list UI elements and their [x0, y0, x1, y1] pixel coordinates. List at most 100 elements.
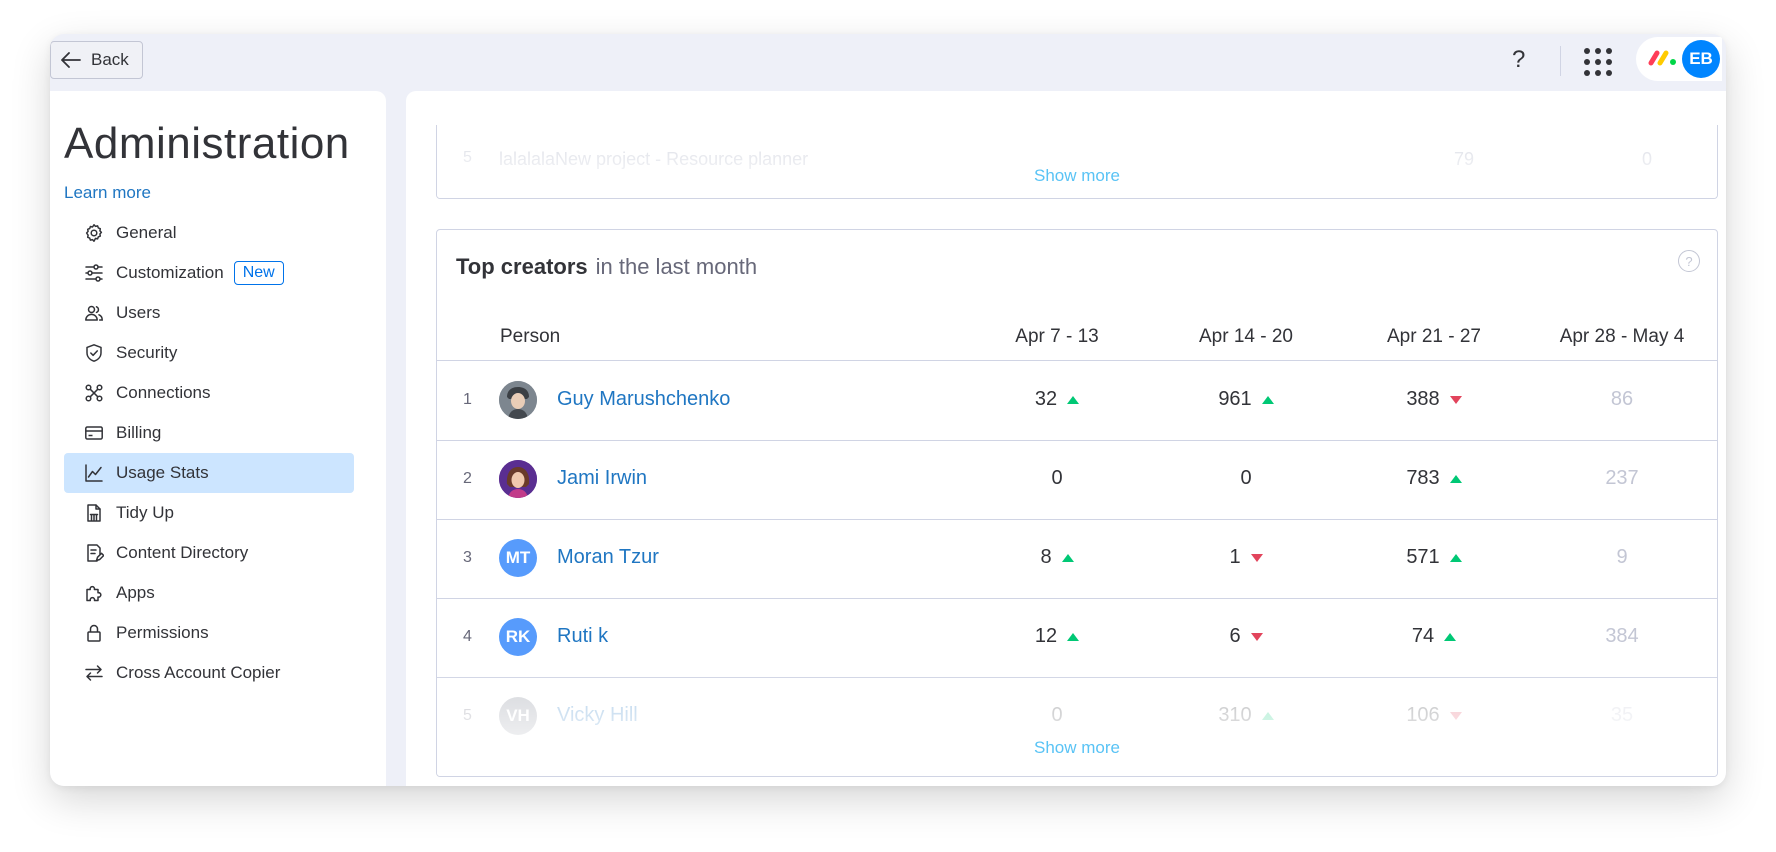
column-header-week-1: Apr 7 - 13: [1015, 326, 1099, 347]
back-label: Back: [91, 50, 129, 69]
stat-value: 783: [1406, 467, 1440, 489]
sidebar-item-customization[interactable]: Customization New: [64, 253, 354, 293]
person-name-link[interactable]: Moran Tzur: [557, 546, 659, 569]
card-title: Top creators in the last month: [456, 254, 757, 280]
admin-nav: General Customization New Users Security…: [64, 213, 354, 693]
learn-more-link[interactable]: Learn more: [64, 183, 151, 203]
sidebar-item-label: Billing: [116, 423, 162, 442]
stat-value: 86: [1610, 388, 1634, 410]
stat-cell: 384: [1542, 625, 1702, 648]
sidebar-item-billing[interactable]: Billing: [64, 413, 354, 453]
person-avatar: [499, 460, 537, 498]
stat-value: 0: [1051, 704, 1063, 726]
back-button[interactable]: Back: [50, 41, 143, 79]
sidebar-item-users[interactable]: Users: [64, 293, 354, 333]
stat-cell: 0: [977, 704, 1137, 727]
account-menu[interactable]: EB: [1636, 37, 1722, 81]
sidebar: Administration Learn more General Custom…: [50, 91, 386, 786]
previous-stats-card: 5 lalalalaNew project - Resource planner…: [436, 125, 1718, 199]
lock-icon: [87, 624, 101, 642]
user-avatar[interactable]: EB: [1682, 40, 1720, 78]
stat-value: 0: [1051, 467, 1063, 489]
sidebar-item-security[interactable]: Security: [64, 333, 354, 373]
stat-value: 0: [1240, 467, 1252, 489]
gear-icon: [85, 224, 103, 242]
sidebar-item-label: Cross Account Copier: [116, 663, 281, 682]
trend-down-icon: [1449, 711, 1462, 720]
stat-value: 6: [1229, 625, 1241, 647]
stat-value: 12: [1034, 625, 1058, 647]
sidebar-item-connections[interactable]: Connections: [64, 373, 354, 413]
person-name-link[interactable]: Jami Irwin: [557, 467, 647, 490]
puzzle-icon: [86, 585, 102, 602]
row-rank: 2: [463, 470, 472, 487]
table-row[interactable]: 3 MT Moran Tzur 8 1 571 9: [437, 519, 1717, 599]
column-header-week-4: Apr 28 - May 4: [1559, 326, 1685, 347]
sidebar-item-label: Usage Stats: [116, 463, 209, 482]
column-header-week-3: Apr 21 - 27: [1387, 326, 1481, 347]
sidebar-item-label: General: [116, 223, 177, 242]
apps-grid-icon[interactable]: [1584, 48, 1612, 76]
sidebar-item-content-directory[interactable]: Content Directory: [64, 533, 354, 573]
topbar-divider: [1560, 46, 1561, 76]
person-avatar: RK: [499, 618, 537, 656]
sidebar-item-usage-stats[interactable]: Usage Stats: [64, 453, 354, 493]
stat-cell: 106: [1354, 704, 1514, 727]
sidebar-item-label: Customization: [116, 263, 224, 282]
stat-cell: 1: [1166, 546, 1326, 569]
person-name-link[interactable]: Guy Marushchenko: [557, 388, 730, 411]
sidebar-item-tidy-up[interactable]: Tidy Up: [64, 493, 354, 533]
table-row[interactable]: 4 RK Ruti k 12 6 74 384: [437, 598, 1717, 678]
stat-cell: 86: [1542, 388, 1702, 411]
stat-cell: 571: [1354, 546, 1514, 569]
stat-cell: 6: [1166, 625, 1326, 648]
credit-card-icon: [85, 426, 103, 440]
stat-value: 961: [1218, 388, 1252, 410]
row-rank: 3: [463, 549, 472, 566]
show-more-button[interactable]: Show more: [437, 738, 1717, 758]
show-more-button[interactable]: Show more: [437, 166, 1717, 186]
trend-down-icon: [1250, 632, 1263, 641]
card-title-sub: in the last month: [595, 254, 758, 279]
connections-icon: [85, 384, 103, 402]
stat-value: 74: [1411, 625, 1435, 647]
stat-cell: 9: [1542, 546, 1702, 569]
sidebar-item-cross-account-copier[interactable]: Cross Account Copier: [64, 653, 354, 693]
sidebar-item-apps[interactable]: Apps: [64, 573, 354, 613]
table-row[interactable]: 1 Guy Marushchenko 32 961 388 86: [437, 361, 1717, 441]
trend-up-icon: [1061, 553, 1074, 562]
broom-icon: [87, 504, 101, 522]
document-icon: [87, 544, 104, 562]
sidebar-item-label: Connections: [116, 383, 211, 402]
row-rank: 5: [463, 149, 472, 166]
trend-up-icon: [1067, 395, 1080, 404]
line-chart-icon: [85, 464, 103, 482]
person-name-link[interactable]: Ruti k: [557, 625, 608, 648]
stat-cell: 310: [1166, 704, 1326, 727]
stat-value: 32: [1034, 388, 1058, 410]
sliders-icon: [85, 264, 103, 282]
person-avatar: VH: [499, 697, 537, 735]
sidebar-item-label: Content Directory: [116, 543, 249, 562]
stat-cell: 12: [977, 625, 1137, 648]
stat-value: 1: [1229, 546, 1241, 568]
stat-value: 388: [1406, 388, 1440, 410]
stat-value: 106: [1406, 704, 1440, 726]
stat-cell: 74: [1354, 625, 1514, 648]
sidebar-item-general[interactable]: General: [64, 213, 354, 253]
info-icon[interactable]: ?: [1678, 250, 1700, 272]
sidebar-item-label: Security: [116, 343, 178, 362]
stat-value: 9: [1616, 546, 1628, 568]
table-row[interactable]: 2 Jami Irwin 0 0 783 237: [437, 440, 1717, 520]
shield-icon: [86, 344, 102, 362]
trend-up-icon: [1261, 711, 1274, 720]
trend-up-icon: [1067, 632, 1080, 641]
sidebar-item-permissions[interactable]: Permissions: [64, 613, 354, 653]
top-bar: Back ? EB: [50, 34, 1726, 90]
stat-value: 237: [1605, 467, 1639, 489]
stat-cell: 8: [977, 546, 1137, 569]
help-icon[interactable]: ?: [1512, 46, 1525, 74]
person-photo-icon: [499, 381, 537, 419]
person-name-link[interactable]: Vicky Hill: [557, 704, 638, 727]
trend-up-icon: [1444, 632, 1457, 641]
